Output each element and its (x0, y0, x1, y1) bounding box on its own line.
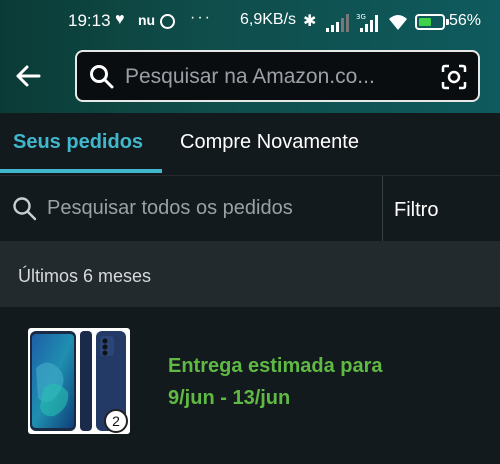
search-placeholder: Pesquisar na Amazon.co... (125, 65, 375, 88)
svg-text:3G: 3G (356, 13, 366, 21)
search-icon (13, 197, 37, 221)
order-search-bar: Pesquisar todos os pedidos Filtro (0, 175, 500, 242)
battery-percentage: 56% (449, 12, 482, 29)
heart-rate-icon: ♥ (115, 11, 125, 28)
more-notifications-icon: ··· (190, 9, 212, 26)
amazon-search-input[interactable]: Pesquisar na Amazon.co... (75, 50, 480, 102)
back-arrow-icon[interactable] (14, 62, 42, 90)
delivery-estimate-dates: 9/jun - 13/jun (168, 387, 291, 409)
signal-icon (326, 14, 349, 32)
delivery-estimate: Entrega estimada para 9/jun - 13/jun (168, 350, 383, 414)
search-icon (90, 65, 114, 89)
orders-tabs: Seus pedidos Compre Novamente (0, 113, 500, 175)
order-list-item[interactable]: 2 Entrega estimada para 9/jun - 13/jun (0, 307, 500, 464)
time-range-header: Últimos 6 meses (0, 241, 500, 307)
battery-icon (415, 14, 449, 30)
order-search-input[interactable]: Pesquisar todos os pedidos (47, 197, 293, 220)
network-speed: 6,9KB/s (240, 11, 297, 28)
section-label: Últimos 6 meses (18, 266, 152, 286)
delivery-estimate-line1: Entrega estimada para (168, 355, 383, 377)
divider (382, 176, 383, 242)
status-bar: 19:13 ♥ nu ··· 6,9KB/s ✱ 3G 56% (0, 9, 500, 35)
tab-compre-novamente[interactable]: Compre Novamente (180, 131, 359, 154)
camera-scan-icon[interactable] (441, 64, 467, 90)
filter-button[interactable]: Filtro (394, 199, 438, 222)
bluetooth-icon: ✱ (303, 13, 317, 30)
wifi-icon (389, 15, 407, 30)
nubank-icon: nu (138, 12, 156, 28)
tab-seus-pedidos[interactable]: Seus pedidos (13, 131, 143, 154)
circle-icon (160, 14, 175, 29)
active-tab-indicator (0, 169, 162, 173)
signal-3g-icon: 3G (356, 13, 378, 32)
app-header: 19:13 ♥ nu ··· 6,9KB/s ✱ 3G 56% Pesquisa… (0, 0, 500, 113)
quantity-badge: 2 (104, 409, 128, 433)
status-time: 19:13 (68, 11, 111, 30)
